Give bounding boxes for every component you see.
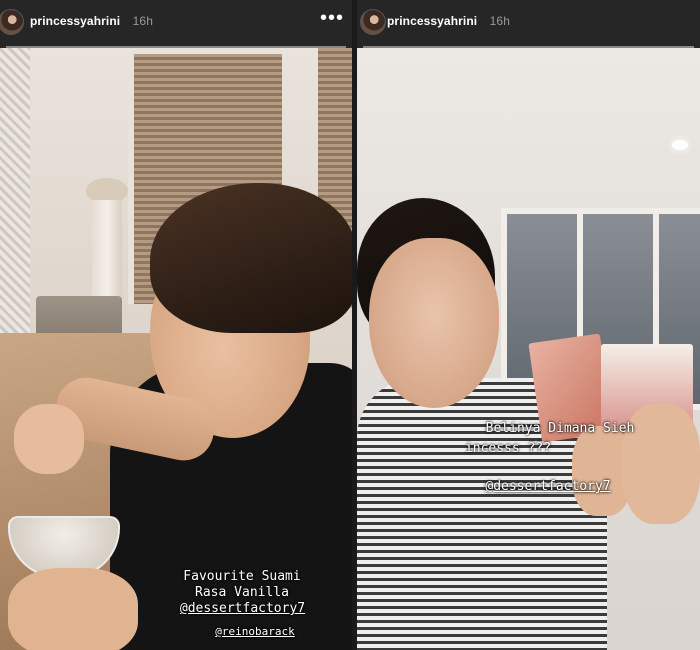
mention-tag[interactable]: @reinobarack [205,624,305,640]
timestamp: 16h [132,14,153,28]
more-horizontal-icon[interactable]: ••• [320,8,344,28]
story-photo-right[interactable] [357,48,700,650]
photo-pedestal [92,200,122,300]
username-text[interactable]: princessyahrini [387,14,477,28]
story-progress-bar [363,46,694,48]
timestamp: 16h [489,14,510,28]
username-text[interactable]: princessyahrini [30,14,120,28]
story-caption-line: Rasa Vanilla [195,585,289,600]
story-caption-line: Favourite Suami [183,569,301,584]
avatar[interactable] [0,9,24,35]
story-panel-left[interactable]: princessyahrini 16h ••• [0,0,352,650]
photo-ceiling-light [672,140,688,150]
story-photo-left[interactable] [0,48,352,650]
mention-link[interactable]: @dessertfactory7 [165,601,320,617]
username[interactable]: princessyahrini 16h [30,14,153,28]
story-caption-line: Belinya Dimana Sieh [485,421,635,436]
photo-lattice [0,48,30,338]
story-caption-line: incesss ??? [464,441,552,456]
mention-link[interactable]: @dessertfactory7 [448,479,648,495]
story-progress-bar [6,46,346,48]
photo-person-hand [8,568,138,650]
photo-person-hand [14,404,84,474]
photo-person-face [369,238,499,408]
username[interactable]: princessyahrini 16h [387,14,510,28]
avatar[interactable] [360,9,386,35]
story-header-left: princessyahrini 16h ••• [0,0,352,48]
photo-person-hair [150,183,352,333]
story-header-right: princessyahrini 16h [357,0,700,48]
story-panel-right[interactable]: princessyahrini 16h [357,0,700,650]
